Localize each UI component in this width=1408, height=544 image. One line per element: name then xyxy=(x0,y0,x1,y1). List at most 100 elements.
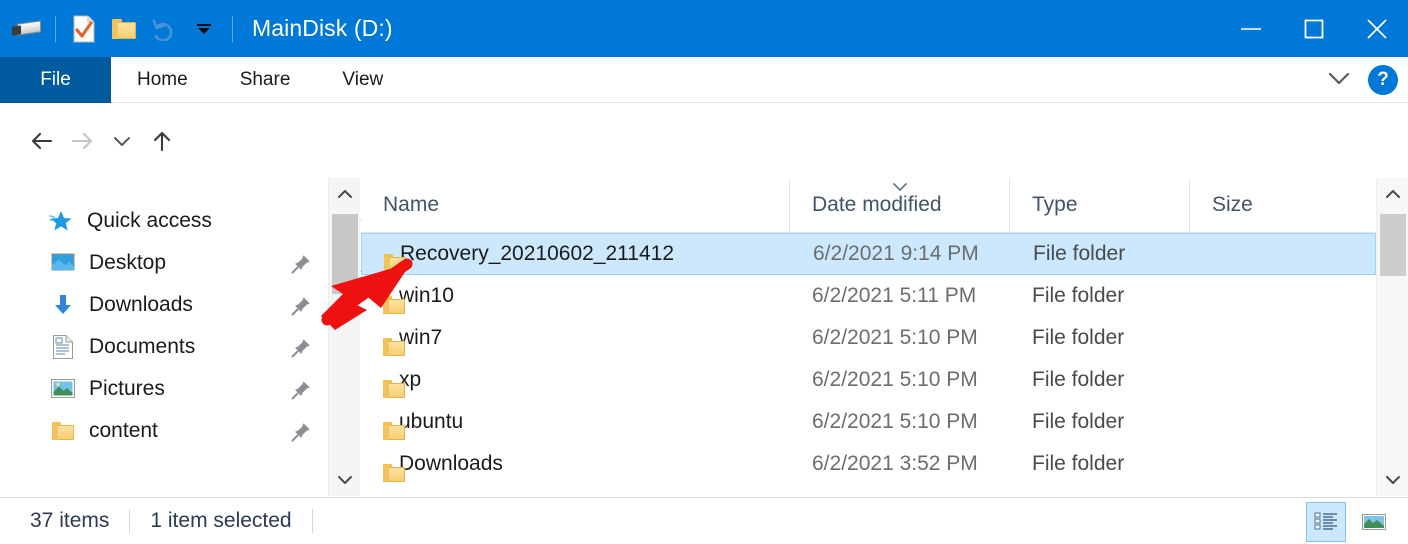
column-header-label: Size xyxy=(1212,193,1253,217)
file-date-cell: 6/2/2021 5:10 PM xyxy=(790,410,1010,434)
scrollbar-thumb[interactable] xyxy=(332,214,358,294)
sidebar-item-desktop[interactable]: Desktop xyxy=(0,242,328,284)
downloads-icon xyxy=(50,292,76,318)
file-name-cell: Recovery_20210602_211412 xyxy=(362,242,791,266)
file-explorer-window: MainDisk (D:) File Home Share View xyxy=(0,0,1408,544)
file-type-cell: File folder xyxy=(1010,284,1190,308)
scroll-down-icon[interactable] xyxy=(1377,464,1408,496)
pin-icon[interactable] xyxy=(290,295,312,322)
file-name-label: ubuntu xyxy=(399,410,463,434)
sidebar-item-label: Desktop xyxy=(89,251,166,275)
file-name-label: Recovery_20210602_211412 xyxy=(400,242,674,266)
window-title: MainDisk (D:) xyxy=(252,15,393,42)
file-date-cell: 6/2/2021 5:10 PM xyxy=(790,326,1010,350)
file-date-cell: 6/2/2021 5:10 PM xyxy=(790,368,1010,392)
qat-divider-2 xyxy=(232,16,233,42)
file-name-label: win10 xyxy=(399,284,454,308)
up-button[interactable] xyxy=(142,123,182,159)
file-date-cell: 6/2/2021 9:14 PM xyxy=(791,242,1011,266)
file-name-label: Downloads xyxy=(399,452,503,476)
file-date-cell: 6/2/2021 3:52 PM xyxy=(790,452,1010,476)
column-header-size[interactable]: Size xyxy=(1190,178,1376,233)
column-header-type[interactable]: Type xyxy=(1010,178,1190,233)
view-mode-buttons xyxy=(1306,502,1394,542)
sidebar-item-quick-access[interactable]: Quick access xyxy=(0,200,328,242)
file-rows: Recovery_20210602_211412 6/2/2021 9:14 P… xyxy=(361,233,1376,485)
quick-access-toolbar: MainDisk (D:) xyxy=(0,0,393,57)
item-count-label: 37 items xyxy=(30,509,109,533)
file-name-cell: ubuntu xyxy=(361,410,790,434)
close-button[interactable] xyxy=(1345,0,1408,57)
tab-file[interactable]: File xyxy=(0,57,111,103)
file-type-cell: File folder xyxy=(1010,410,1190,434)
expand-ribbon-chevron-icon[interactable] xyxy=(1324,68,1354,93)
sidebar-item-label: Documents xyxy=(89,335,195,359)
navigation-pane: Quick access Desktop xyxy=(0,178,328,496)
file-type-cell: File folder xyxy=(1011,242,1191,266)
table-row[interactable]: ubuntu 6/2/2021 5:10 PM File folder xyxy=(361,401,1376,443)
column-header-date-modified[interactable]: Date modified xyxy=(790,178,1010,233)
maximize-button[interactable] xyxy=(1282,0,1345,57)
column-header-label: Name xyxy=(383,193,439,217)
file-name-cell: win10 xyxy=(361,284,790,308)
star-icon xyxy=(48,208,74,234)
tab-home[interactable]: Home xyxy=(111,57,214,103)
status-divider xyxy=(129,509,130,533)
file-type-cell: File folder xyxy=(1010,326,1190,350)
navigation-buttons xyxy=(22,123,182,159)
sidebar-item-downloads[interactable]: Downloads xyxy=(0,284,328,326)
title-bar: MainDisk (D:) xyxy=(0,0,1408,57)
pictures-icon xyxy=(50,376,76,402)
status-divider-2 xyxy=(312,509,313,533)
table-row[interactable]: xp 6/2/2021 5:10 PM File folder xyxy=(361,359,1376,401)
scrollbar-thumb[interactable] xyxy=(1380,214,1406,276)
large-icons-view-button[interactable] xyxy=(1354,502,1394,542)
table-row[interactable]: win10 6/2/2021 5:11 PM File folder xyxy=(361,275,1376,317)
table-row[interactable]: win7 6/2/2021 5:10 PM File folder xyxy=(361,317,1376,359)
sidebar-item-content[interactable]: content xyxy=(0,410,328,452)
details-view-button[interactable] xyxy=(1306,502,1346,542)
pin-icon[interactable] xyxy=(290,421,312,448)
sidebar-item-label: Quick access xyxy=(87,209,212,233)
forward-button xyxy=(62,123,102,159)
selection-count-label: 1 item selected xyxy=(150,509,291,533)
back-button[interactable] xyxy=(22,123,62,159)
pin-icon[interactable] xyxy=(290,253,312,280)
file-list-scrollbar[interactable] xyxy=(1376,178,1408,496)
folder-icon xyxy=(50,418,76,444)
new-folder-icon[interactable] xyxy=(105,9,143,49)
recent-locations-chevron-icon[interactable] xyxy=(102,123,142,159)
window-controls xyxy=(1219,0,1408,57)
sidebar-item-pictures[interactable]: Pictures xyxy=(0,368,328,410)
ribbon-right-controls: ? xyxy=(1324,57,1398,103)
scroll-up-icon[interactable] xyxy=(329,178,361,210)
sidebar-item-label: Downloads xyxy=(89,293,193,317)
file-name-label: win7 xyxy=(399,326,442,350)
file-name-cell: xp xyxy=(361,368,790,392)
address-bar-area: ❯ This PC ❯ MainDisk (D:) Search xyxy=(0,103,1408,178)
tab-share[interactable]: Share xyxy=(214,57,317,103)
undo-icon xyxy=(145,9,183,49)
qat-divider-1 xyxy=(55,16,56,42)
column-header-name[interactable]: Name xyxy=(361,178,790,233)
table-row[interactable]: Recovery_20210602_211412 6/2/2021 9:14 P… xyxy=(361,233,1376,275)
file-type-cell: File folder xyxy=(1010,368,1190,392)
sort-descending-chevron-icon xyxy=(889,176,911,200)
column-header-label: Type xyxy=(1032,193,1078,217)
minimize-button[interactable] xyxy=(1219,0,1282,57)
navigation-pane-scrollbar[interactable] xyxy=(328,178,360,496)
tab-view[interactable]: View xyxy=(316,57,409,103)
sidebar-item-label: Pictures xyxy=(89,377,165,401)
scroll-down-icon[interactable] xyxy=(329,464,361,496)
pin-icon[interactable] xyxy=(290,379,312,406)
drive-icon[interactable] xyxy=(8,9,46,49)
pin-icon[interactable] xyxy=(290,337,312,364)
column-headers: Name Date modified Type Size xyxy=(361,178,1376,233)
sidebar-item-documents[interactable]: Documents xyxy=(0,326,328,368)
scroll-up-icon[interactable] xyxy=(1377,178,1408,210)
properties-icon[interactable] xyxy=(65,9,103,49)
help-button[interactable]: ? xyxy=(1368,65,1398,95)
file-date-cell: 6/2/2021 5:11 PM xyxy=(790,284,1010,308)
customize-qat-chevron-icon[interactable] xyxy=(185,9,223,49)
table-row[interactable]: Downloads 6/2/2021 3:52 PM File folder xyxy=(361,443,1376,485)
